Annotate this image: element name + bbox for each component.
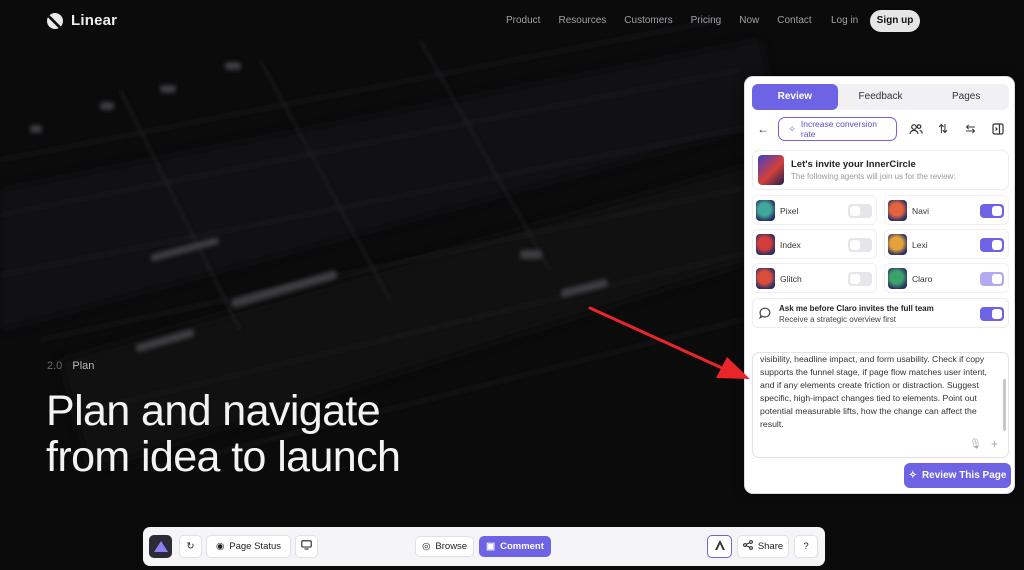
agent-toggle-lexi[interactable] [980,238,1004,252]
panel-tabs: Review Feedback Pages [752,84,1009,110]
panel-toolbar: ← ✧ Increase conversion rate ⇅ ⇆ [752,117,1009,141]
comment-label: Comment [500,541,544,552]
app-logo-button[interactable] [149,535,172,558]
nav-menu: Product Resources Customers Pricing Now … [506,15,830,26]
ask-toggle[interactable] [980,307,1004,321]
hero-tag: 2.0 Plan [47,360,94,372]
assistant-button[interactable] [707,535,732,558]
review-page-button[interactable]: ✧ Review This Page [904,463,1011,488]
refresh-button[interactable]: ↻ [179,535,202,558]
agent-avatar [756,268,775,289]
agent-item-navi: Navi [884,195,1009,225]
agent-toggle-pixel[interactable] [848,204,872,218]
ask-title: Ask me before Claro invites the full tea… [779,304,934,313]
review-panel: Review Feedback Pages ← ✧ Increase conve… [744,76,1015,494]
hero-tag-name: Plan [72,360,95,372]
agent-avatar [756,234,775,255]
agent-toggle-index[interactable] [848,238,872,252]
hero-tag-number: 2.0 [47,360,63,372]
tab-review[interactable]: Review [752,84,838,110]
device-preview-button[interactable] [295,535,318,558]
browse-button[interactable]: ◎ Browse [415,536,475,557]
bottom-toolbar: ↻ ◉ Page Status ◎ Browse ▣ Comment Share… [143,527,825,566]
mode-switch: ◎ Browse ▣ Comment [413,535,553,558]
site-navbar: Linear Product Resources Customers Prici… [0,0,1024,42]
agent-item-lexi: Lexi [884,229,1009,259]
nav-link-resources[interactable]: Resources [558,15,606,26]
headline-line-2: from idea to launch [46,433,401,481]
goal-pill[interactable]: ✧ Increase conversion rate [778,117,897,141]
ask-before-invite-row: Ask me before Claro invites the full tea… [752,298,1009,328]
agent-avatar [888,268,907,289]
brand-logo[interactable]: Linear [47,12,117,29]
share-label: Share [757,541,784,552]
assistant-logo-icon [714,539,726,554]
agent-item-claro: Claro [884,263,1009,293]
linear-logo-icon [47,12,63,29]
agent-avatar [888,200,907,221]
sparkle-icon: ✧ [908,470,917,481]
agent-item-index: Index [752,229,877,259]
nav-link-now[interactable]: Now [739,15,759,26]
agent-name: Pixel [780,206,799,216]
help-button[interactable]: ? [794,535,818,558]
chat-bubble-icon [759,307,771,322]
sidebar-toggle-icon[interactable] [987,117,1009,141]
back-arrow-icon[interactable]: ← [752,117,774,141]
comment-button[interactable]: ▣ Comment [479,536,551,557]
invite-subtitle: The following agents will join us for th… [791,172,956,181]
monitor-icon [301,540,312,553]
agent-name: Lexi [912,240,928,250]
plus-icon[interactable]: + [991,437,998,451]
comment-icon: ▣ [486,541,496,552]
login-link[interactable]: Log in [831,15,858,26]
hero-headline: Plan and navigate from idea to launch [46,387,401,481]
help-icon: ? [803,541,809,552]
agent-name: Index [780,240,801,250]
prompt-text: visibility, headline impact, and form us… [760,354,987,429]
agent-name: Navi [912,206,930,216]
status-circle-icon: ◉ [215,541,225,552]
nav-link-pricing[interactable]: Pricing [691,15,722,26]
page-status-button[interactable]: ◉ Page Status [206,535,291,558]
invite-card: Let's invite your InnerCircle The follow… [752,150,1009,190]
agent-toggle-navi[interactable] [980,204,1004,218]
tab-pages[interactable]: Pages [923,84,1009,110]
microphone-icon[interactable]: 🎙 [969,439,982,450]
agent-item-glitch: Glitch [752,263,877,293]
agent-avatar [888,234,907,255]
users-icon[interactable] [905,117,927,141]
refresh-icon: ↻ [186,541,195,552]
nav-link-contact[interactable]: Contact [777,15,811,26]
browse-label: Browse [435,541,468,552]
invite-title: Let's invite your InnerCircle [791,159,916,170]
agent-toggle-claro[interactable] [980,272,1004,286]
sparkle-icon: ✧ [788,123,796,134]
nav-link-customers[interactable]: Customers [624,15,672,26]
ask-subtitle: Receive a strategic overview first [779,315,896,324]
agent-name: Claro [912,274,933,284]
share-icon [742,540,753,553]
agent-toggle-glitch[interactable] [848,272,872,286]
swap-icon[interactable]: ⇆ [959,117,981,141]
page-status-label: Page Status [229,541,282,552]
share-button[interactable]: Share [737,535,789,558]
goal-pill-label: Increase conversion rate [800,119,877,139]
eye-icon: ◎ [422,541,431,552]
prompt-textarea[interactable]: visibility, headline impact, and form us… [752,352,1009,458]
review-page-label: Review This Page [921,470,1007,481]
agent-item-pixel: Pixel [752,195,877,225]
signup-button[interactable]: Sign up [870,10,920,32]
headline-line-1: Plan and navigate [46,387,381,435]
agent-name: Glitch [780,274,802,284]
tab-feedback[interactable]: Feedback [838,84,924,110]
innercircle-avatar [758,155,784,185]
brand-name: Linear [71,12,118,29]
sort-icon[interactable]: ⇅ [932,117,954,141]
prompt-scrollbar[interactable] [1003,379,1006,431]
nav-link-product[interactable]: Product [506,15,540,26]
agent-avatar [756,200,775,221]
